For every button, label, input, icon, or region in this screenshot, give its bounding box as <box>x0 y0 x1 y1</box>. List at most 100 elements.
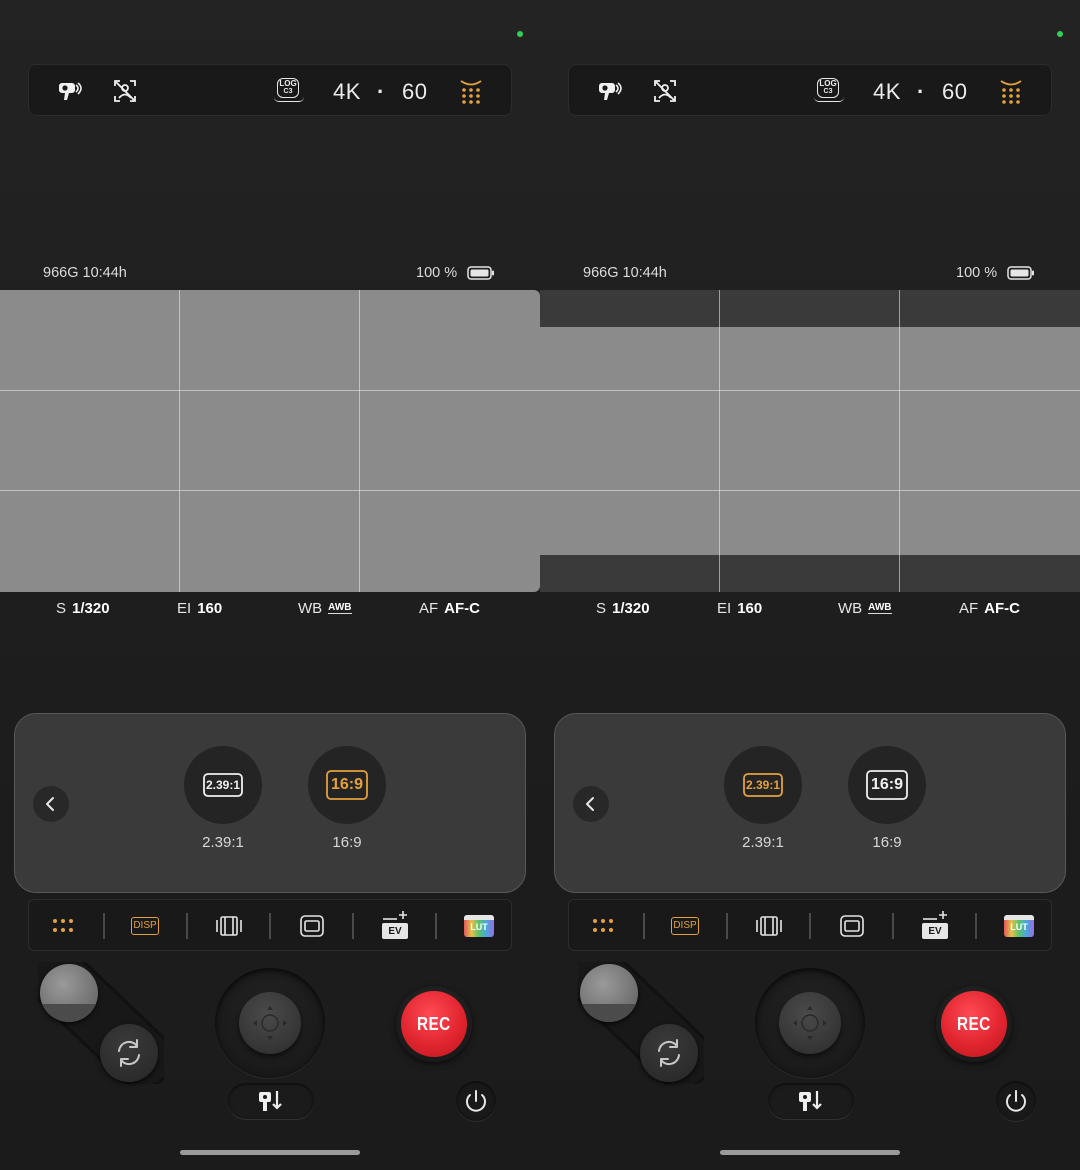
gimbal-joystick[interactable] <box>755 968 865 1078</box>
power-icon <box>466 1090 486 1112</box>
log-c3-icon[interactable]: LOG C3 <box>274 78 305 104</box>
white-balance[interactable]: WB AWB <box>838 600 892 617</box>
mount-mode-button[interactable] <box>768 1083 854 1119</box>
resolution-fps-separator: · <box>377 79 385 104</box>
tool-separator <box>643 913 645 939</box>
switch-camera-icon <box>118 1039 140 1067</box>
film-gate-icon[interactable] <box>213 910 245 942</box>
tool-separator <box>809 913 811 939</box>
camera-viewfinder[interactable] <box>0 290 540 592</box>
disp-icon[interactable]: DISP <box>669 910 701 942</box>
grid-line-vertical <box>719 290 720 592</box>
recording-info-row: 966G 10:44h 100 % <box>0 263 540 283</box>
mount-mode-button[interactable] <box>228 1083 314 1119</box>
aspect-ratio-icon-text: 16:9 <box>870 776 904 793</box>
power-button[interactable] <box>996 1081 1036 1121</box>
letterbox-bar-bottom <box>540 555 1080 592</box>
log-curve-label: C3 <box>283 88 293 95</box>
shutter-speed[interactable]: S 1/320 <box>596 600 650 617</box>
home-indicator[interactable] <box>720 1150 900 1155</box>
ev-icon[interactable]: EV <box>919 910 951 942</box>
switch-camera-button[interactable] <box>640 1024 698 1082</box>
frame-icon[interactable] <box>296 910 328 942</box>
top-status-bar: LOG C3 4K · 60 <box>568 64 1052 116</box>
exposure-params-row: S 1/320 EI 160 WB AWB AF AF-C <box>540 598 1080 620</box>
grid-line-horizontal <box>0 490 540 491</box>
grid-menu-icon[interactable] <box>47 910 79 942</box>
back-button[interactable] <box>573 786 609 822</box>
aspect-ratio-2-39-button[interactable]: 2.39:1 <box>724 746 802 824</box>
autofocus-mode[interactable]: AF AF-C <box>959 600 1020 617</box>
record-button[interactable]: REC <box>396 986 472 1062</box>
aspect-ratio-16-9-button[interactable]: 16:9 <box>848 746 926 824</box>
lens-thumbnail[interactable] <box>580 964 638 1022</box>
exposure-params-row: S 1/320 EI 160 WB AWB AF AF-C <box>0 598 540 620</box>
storage-remaining: 966G 10:44h <box>43 265 127 281</box>
switch-camera-button[interactable] <box>100 1024 158 1082</box>
tool-separator <box>269 913 271 939</box>
storage-remaining: 966G 10:44h <box>583 265 667 281</box>
log-label: LOG <box>279 79 297 88</box>
gimbal-mount-icon <box>259 1091 282 1111</box>
tool-separator <box>103 913 105 939</box>
ev-icon[interactable]: EV <box>379 910 411 942</box>
record-button[interactable]: REC <box>936 986 1012 1062</box>
fps-value[interactable]: 60 <box>942 79 967 105</box>
tool-separator <box>892 913 894 939</box>
battery-icon <box>1007 266 1034 280</box>
grid-menu-icon[interactable] <box>997 77 1025 105</box>
top-status-bar: LOG C3 4K · 60 <box>28 64 512 116</box>
gimbal-joystick[interactable] <box>215 968 325 1078</box>
aspect-ratio-2-39-button[interactable]: 2.39:1 <box>184 746 262 824</box>
disp-icon[interactable]: DISP <box>129 910 161 942</box>
camera-viewfinder[interactable] <box>540 290 1080 592</box>
grid-line-horizontal <box>540 390 1080 391</box>
resolution-value[interactable]: 4K <box>873 79 901 105</box>
tracking-off-icon[interactable] <box>651 77 679 105</box>
status-dot <box>1057 31 1063 37</box>
aspect-ratio-2-39-label: 2.39:1 <box>742 834 784 851</box>
tool-separator <box>975 913 977 939</box>
resolution-value[interactable]: 4K <box>333 79 361 105</box>
grid-menu-icon[interactable] <box>587 910 619 942</box>
record-label: REC <box>957 1013 991 1034</box>
fps-value[interactable]: 60 <box>402 79 427 105</box>
joystick-crosshair-icon <box>253 1006 287 1040</box>
joystick-knob[interactable] <box>239 992 301 1054</box>
disp-label: DISP <box>673 920 697 931</box>
lens-switch-slider[interactable] <box>38 962 164 1084</box>
lens-thumbnail[interactable] <box>40 964 98 1022</box>
lens-switch-slider[interactable] <box>578 962 704 1084</box>
shutter-speed[interactable]: S 1/320 <box>56 600 110 617</box>
tools-bar: DISP EV LUT <box>568 899 1052 951</box>
grid-line-vertical <box>899 290 900 592</box>
battery-icon <box>467 266 494 280</box>
tool-separator <box>186 913 188 939</box>
lut-icon[interactable]: LUT <box>463 910 495 942</box>
back-button[interactable] <box>33 786 69 822</box>
camera-person-icon[interactable] <box>595 77 623 105</box>
battery-percentage: 100 % <box>956 265 998 281</box>
aspect-ratio-16-9-label: 16:9 <box>872 834 902 851</box>
grid-menu-icon[interactable] <box>457 77 485 105</box>
autofocus-mode[interactable]: AF AF-C <box>419 600 480 617</box>
switch-camera-icon <box>658 1039 680 1067</box>
home-indicator[interactable] <box>180 1150 360 1155</box>
joystick-knob[interactable] <box>779 992 841 1054</box>
exposure-index[interactable]: EI 160 <box>717 600 762 617</box>
power-icon <box>1006 1090 1026 1112</box>
aspect-ratio-16-9-button[interactable]: 16:9 <box>308 746 386 824</box>
tool-separator <box>435 913 437 939</box>
white-balance[interactable]: WB AWB <box>298 600 352 617</box>
power-button[interactable] <box>456 1081 496 1121</box>
disp-label: DISP <box>133 920 157 931</box>
lut-label: LUT <box>1010 922 1028 932</box>
frame-icon[interactable] <box>836 910 868 942</box>
status-dot <box>517 31 523 37</box>
lut-icon[interactable]: LUT <box>1003 910 1035 942</box>
film-gate-icon[interactable] <box>753 910 785 942</box>
camera-person-icon[interactable] <box>55 77 83 105</box>
exposure-index[interactable]: EI 160 <box>177 600 222 617</box>
tracking-off-icon[interactable] <box>111 77 139 105</box>
log-c3-icon[interactable]: LOG C3 <box>814 78 845 104</box>
